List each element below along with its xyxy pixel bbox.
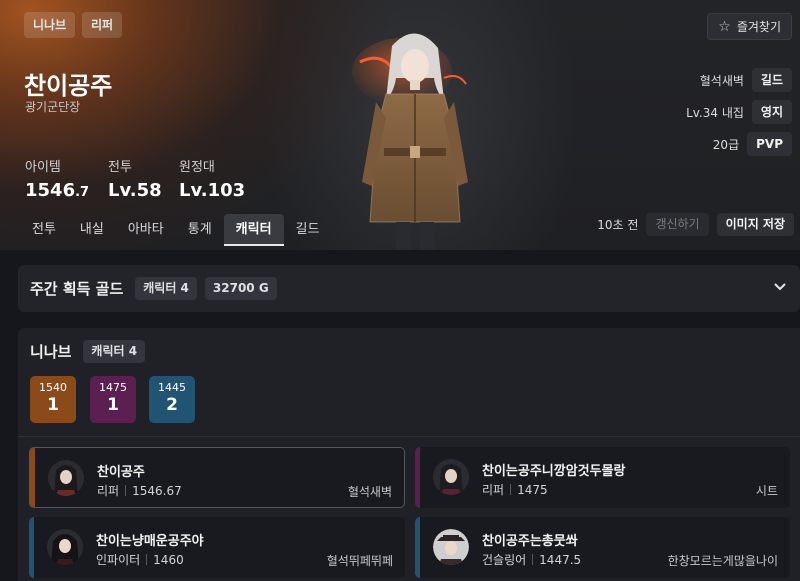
character-name: 찬이공주 xyxy=(97,465,145,480)
character-item-level: 1447.5 xyxy=(539,552,582,567)
save-image-button[interactable]: 이미지 저장 xyxy=(716,213,794,236)
character-portrait xyxy=(433,459,469,495)
character-name: 찬이공주 xyxy=(24,72,113,100)
roster-server-name: 니나브 xyxy=(30,343,72,361)
character-item-level: 1475 xyxy=(517,482,548,497)
separator xyxy=(532,554,534,565)
level-group-level: 1540 xyxy=(39,381,67,394)
separator xyxy=(125,485,127,496)
character-portrait xyxy=(48,460,84,496)
refresh-area: 10초 전 갱신하기 이미지 저장 xyxy=(597,213,794,236)
weekly-gold-title: 주간 획득 골드 xyxy=(30,280,124,298)
level-group-count: 1 xyxy=(47,395,59,415)
character-item-level: 1460 xyxy=(153,552,184,567)
character-card[interactable]: 찬이공주 리퍼 1546.67 혈석새벽 xyxy=(29,447,405,508)
pvp-row: 20급 PVP xyxy=(713,132,792,156)
character-meta: 리퍼 1546.67 xyxy=(97,482,182,499)
character-item-level: 1546.67 xyxy=(132,483,182,498)
level-group-badge[interactable]: 1475 1 xyxy=(90,376,136,423)
character-card[interactable]: 찬이공주는총뭇쏴 건슬링어 1447.5 한창모르는게많을나이 xyxy=(415,517,790,578)
weekly-gold-character-count: 캐릭터 4 xyxy=(135,277,197,300)
chevron-down-icon[interactable] xyxy=(774,279,786,295)
character-guild: 혈석뛰페뛰페 xyxy=(326,554,393,568)
expedition-level-stat: 원정대 Lv.103 xyxy=(179,156,245,201)
character-guild: 혈석새벽 xyxy=(347,485,392,499)
server-tag[interactable]: 니나브 xyxy=(24,12,76,38)
roster-panel: 니나브 캐릭터 4 1540 1 1475 1 1445 2 찬이공주 리퍼 1… xyxy=(18,328,800,581)
character-meta: 리퍼 1475 xyxy=(482,481,548,498)
character-avatar-image xyxy=(352,33,468,250)
roster-header: 니나브 캐릭터 4 xyxy=(30,340,153,363)
tab-avatar[interactable]: 아바타 xyxy=(116,214,176,246)
item-level-stat: 아이템 1546.7 xyxy=(25,156,89,201)
level-group-badge[interactable]: 1445 2 xyxy=(149,376,195,423)
card-color-stripe xyxy=(415,447,420,508)
item-level-main: 1546 xyxy=(25,180,76,201)
expedition-level-label: 원정대 xyxy=(179,160,215,175)
divider xyxy=(18,436,800,437)
character-portrait xyxy=(47,529,83,565)
character-guild: 시트 xyxy=(755,484,778,498)
character-name: 찬이는공주니깡암것두몰랑 xyxy=(482,464,626,479)
class-tag[interactable]: 리퍼 xyxy=(82,12,123,38)
item-level-label: 아이템 xyxy=(25,160,61,175)
item-level-value: 1546.7 xyxy=(25,180,89,201)
last-updated-text: 10초 전 xyxy=(597,218,639,232)
tab-combat[interactable]: 전투 xyxy=(20,214,68,246)
character-portrait xyxy=(433,529,469,565)
character-card[interactable]: 찬이는공주니깡암것두몰랑 리퍼 1475 시트 xyxy=(415,447,790,508)
card-color-stripe xyxy=(415,517,420,578)
estate-chip[interactable]: 영지 xyxy=(751,100,792,124)
roster-character-count: 캐릭터 4 xyxy=(83,340,146,363)
refresh-button[interactable]: 갱신하기 xyxy=(646,213,709,236)
character-class: 인파이터 xyxy=(96,553,141,567)
expedition-level-value: Lv.103 xyxy=(179,180,246,201)
level-group-badge[interactable]: 1540 1 xyxy=(30,376,76,423)
card-color-stripe xyxy=(29,517,34,578)
character-name: 찬이공주는총뭇쏴 xyxy=(482,534,578,549)
tab-guild[interactable]: 길드 xyxy=(284,214,332,246)
tab-characters[interactable]: 캐릭터 xyxy=(223,214,284,246)
character-guild: 한창모르는게많을나이 xyxy=(667,554,778,568)
character-class: 건슬링어 xyxy=(482,553,527,567)
combat-level-stat: 전투 Lv.58 xyxy=(108,156,162,201)
guild-name: 혈석새벽 xyxy=(699,73,744,88)
pvp-chip[interactable]: PVP xyxy=(747,132,792,156)
guild-row: 혈석새벽 길드 xyxy=(700,68,792,92)
combat-level-label: 전투 xyxy=(108,160,132,175)
guild-chip[interactable]: 길드 xyxy=(751,68,792,92)
character-class: 리퍼 xyxy=(97,484,120,498)
item-level-decimal: .7 xyxy=(75,185,90,200)
character-name: 찬이는냥매운공주야 xyxy=(96,534,204,549)
level-group-count: 1 xyxy=(107,395,119,415)
level-group-count: 2 xyxy=(166,395,178,415)
character-class: 리퍼 xyxy=(482,483,505,497)
tab-inner[interactable]: 내실 xyxy=(68,214,116,246)
level-group-level: 1445 xyxy=(158,381,186,394)
estate-text: Lv.34 내집 xyxy=(686,105,744,120)
card-color-stripe xyxy=(30,448,35,507)
character-card[interactable]: 찬이는냥매운공주야 인파이터 1460 혈석뛰페뛰페 xyxy=(29,517,405,578)
character-header: 니나브 리퍼 ☆ 즐겨찾기 찬이공주 광기군단장 아이템 1546.7 전투 L… xyxy=(0,0,800,250)
combat-level-value: Lv.58 xyxy=(108,180,162,201)
estate-row: Lv.34 내집 영지 xyxy=(686,100,792,124)
profile-tabs: 전투 내실 아바타 통계 캐릭터 길드 xyxy=(20,214,331,246)
star-icon: ☆ xyxy=(718,18,731,35)
separator xyxy=(146,554,148,565)
weekly-gold-panel[interactable]: 주간 획득 골드 캐릭터 4 32700 G xyxy=(18,265,800,312)
pvp-grade: 20급 xyxy=(712,137,740,152)
level-group-level: 1475 xyxy=(99,381,127,394)
character-meta: 건슬링어 1447.5 xyxy=(482,551,581,568)
favorite-button[interactable]: ☆ 즐겨찾기 xyxy=(707,13,792,40)
character-title: 광기군단장 xyxy=(25,100,81,114)
weekly-gold-amount: 32700 G xyxy=(204,277,277,300)
separator xyxy=(510,484,512,495)
favorite-label: 즐겨찾기 xyxy=(736,20,781,34)
character-meta: 인파이터 1460 xyxy=(96,551,184,568)
tab-statistics[interactable]: 통계 xyxy=(176,214,224,246)
